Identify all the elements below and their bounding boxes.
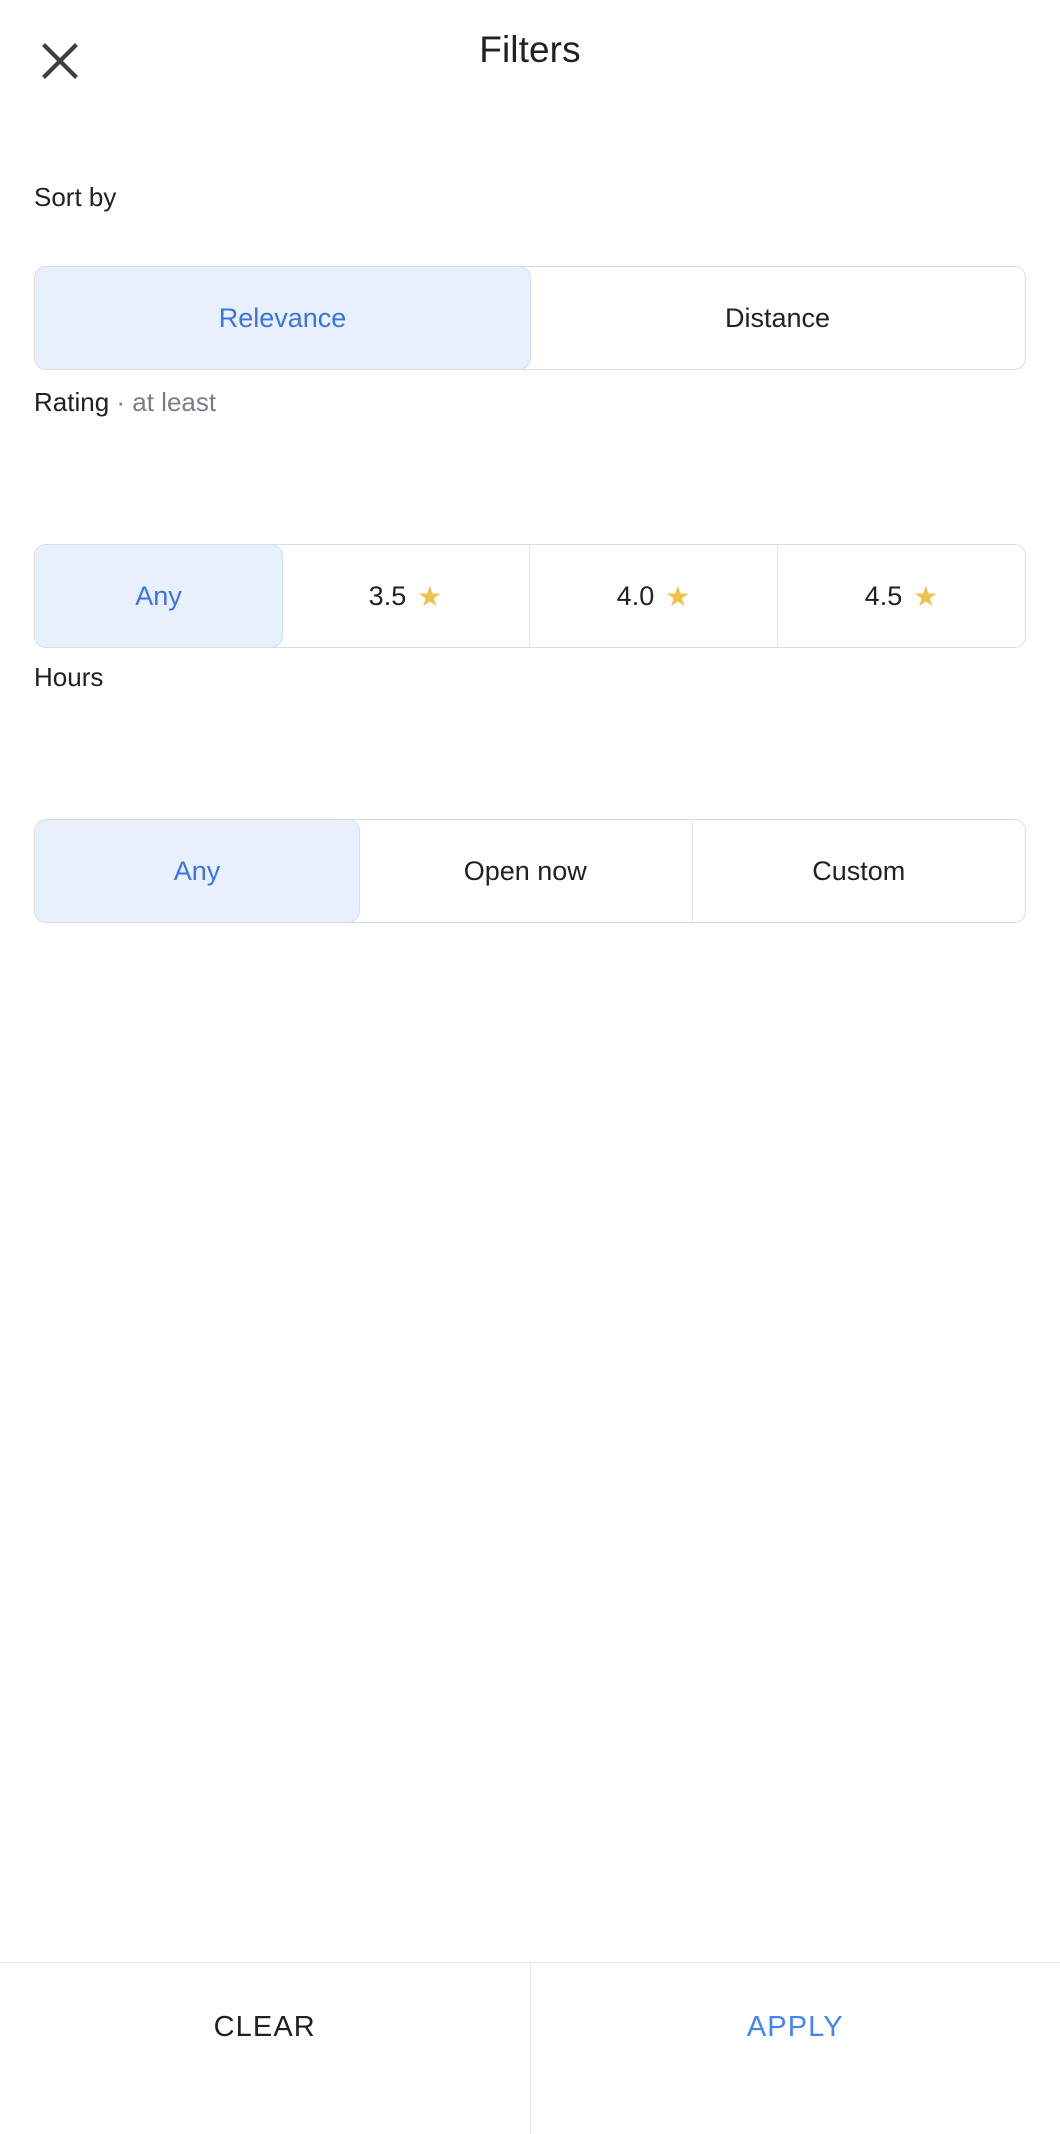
segment-hours-open-now[interactable]: Open now	[359, 820, 693, 922]
section-label-text: Rating	[34, 387, 110, 417]
segment-rating-any[interactable]: Any	[35, 545, 283, 647]
segment-rating-45[interactable]: 4.5 ★	[778, 545, 1025, 647]
filters-header: Filters	[0, 0, 1060, 122]
segment-label: 3.5	[368, 580, 407, 611]
section-label-rating: Rating · at least	[34, 385, 216, 419]
segment-hours-custom[interactable]: Custom	[692, 820, 1025, 922]
clear-button[interactable]: CLEAR	[0, 1963, 531, 2134]
star-icon: ★	[417, 581, 443, 612]
filters-footer: CLEAR APPLY	[0, 1962, 1060, 2134]
segment-label: Distance	[724, 302, 831, 333]
segment-label: 4.5	[864, 580, 903, 611]
segment-label: Custom	[812, 855, 906, 886]
segment-sort-relevance[interactable]: Relevance	[35, 267, 531, 369]
star-icon: ★	[913, 581, 939, 612]
section-label-muted: · at least	[109, 387, 217, 417]
segment-label: Any	[135, 580, 182, 611]
segmented-control-rating: Any 3.5 ★ 4.0 ★ 4.5 ★	[34, 544, 1026, 648]
segment-label: Open now	[463, 855, 587, 886]
filters-empty-space	[0, 925, 1060, 1962]
section-label-text: Sort by	[34, 182, 117, 212]
section-label-sort-by: Sort by	[34, 180, 116, 214]
segment-rating-35[interactable]: 3.5 ★	[282, 545, 530, 647]
segment-label: 4.0	[616, 580, 655, 611]
segment-rating-40[interactable]: 4.0 ★	[530, 545, 778, 647]
segmented-control-sort-by: Relevance Distance	[34, 266, 1026, 370]
page-title: Filters	[479, 29, 581, 70]
section-label-hours: Hours	[34, 660, 103, 694]
segment-label: Relevance	[218, 302, 347, 333]
segmented-control-hours: Any Open now Custom	[34, 819, 1026, 923]
segment-sort-distance[interactable]: Distance	[530, 267, 1025, 369]
section-label-text: Hours	[34, 662, 104, 692]
segment-label: Any	[173, 855, 221, 886]
segment-hours-any[interactable]: Any	[35, 820, 360, 922]
apply-button[interactable]: APPLY	[531, 1963, 1060, 2134]
star-icon: ★	[665, 581, 691, 612]
